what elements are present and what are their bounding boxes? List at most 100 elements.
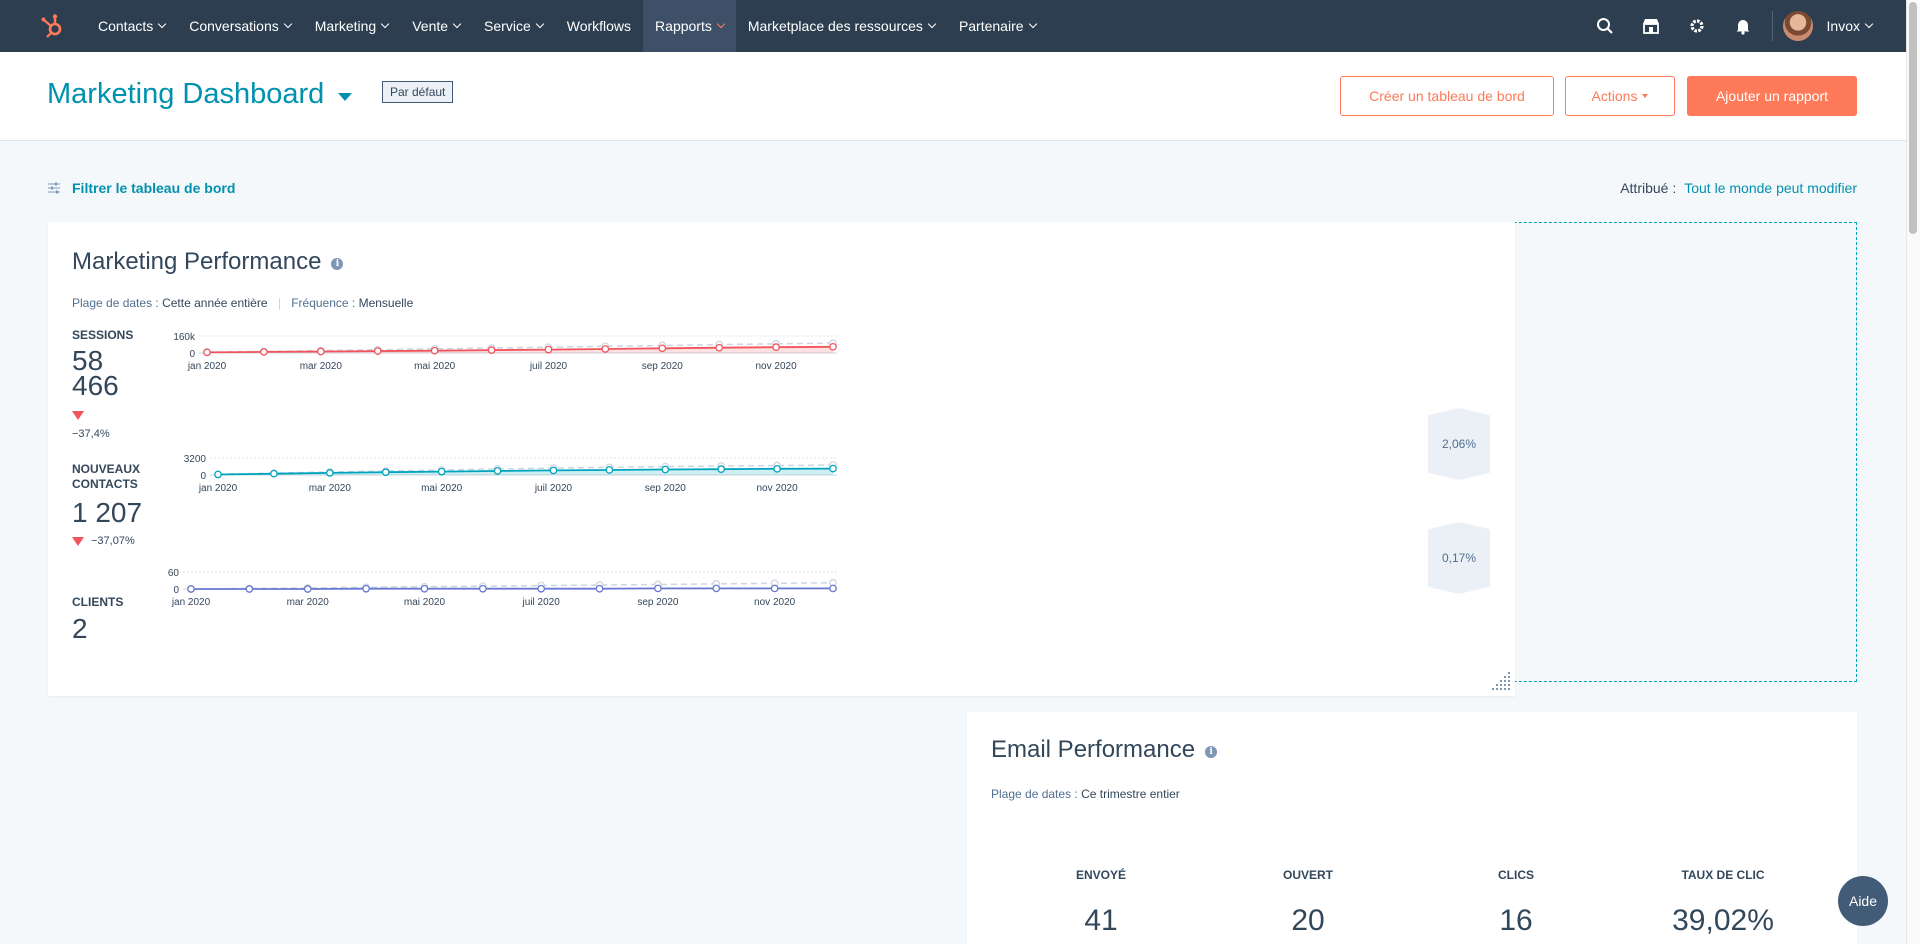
- opened-value: 20: [1291, 904, 1325, 937]
- assigned-permission-link[interactable]: Tout le monde peut modifier: [1684, 180, 1857, 196]
- settings-gear-icon[interactable]: [1674, 0, 1720, 52]
- page-scrollbar[interactable]: [1906, 0, 1920, 944]
- nav-item-vente[interactable]: Vente: [400, 0, 472, 52]
- data-point: [245, 585, 254, 593]
- data-point: [661, 465, 670, 474]
- sessions-delta-arrow: [72, 411, 84, 420]
- nav-item-label: Vente: [412, 18, 449, 34]
- data-point: [316, 347, 325, 356]
- new-contacts-chart: 0 3200 jan 2020 mar 2020 mai 2020 juil 2020 se…: [184, 454, 837, 494]
- marketing-performance-card[interactable]: Marketing Performance i Plage de dates :…: [48, 222, 1515, 696]
- x-tick-label: jan 2020: [171, 597, 211, 608]
- x-tick-label: mai 2020: [421, 483, 463, 494]
- caret-down-icon: [1642, 94, 1649, 98]
- x-tick-label: juil 2020: [529, 361, 568, 372]
- data-point: [549, 466, 558, 475]
- sent-value: 41: [1084, 904, 1118, 937]
- opened-label: OUVERT: [1282, 868, 1333, 882]
- data-point: [773, 464, 781, 473]
- data-point: [544, 345, 553, 354]
- data-point: [658, 344, 667, 353]
- dashboard-title: Marketing Dashboard: [47, 78, 325, 110]
- data-point: [770, 584, 779, 593]
- data-point: [325, 469, 334, 477]
- account-menu[interactable]: Invox: [1827, 18, 1874, 34]
- card-title: Marketing Performance i: [72, 248, 344, 276]
- nav-item-partenaire[interactable]: Partenaire: [947, 0, 1048, 52]
- click-rate-value: 39,02%: [1672, 904, 1774, 937]
- clients-label: CLIENTS: [72, 595, 124, 609]
- x-tick-label: nov 2020: [754, 597, 796, 608]
- email-performance-card[interactable]: Email Performance i Plage de dates : Ce …: [967, 712, 1857, 944]
- data-point: [203, 348, 211, 357]
- sessions-chart: 0 160k jan 2020 mar 2020 mai 2020 juil 2020 se…: [173, 332, 837, 372]
- user-avatar[interactable]: [1782, 11, 1813, 41]
- filter-dashboard-label: Filtrer le tableau de bord: [72, 180, 236, 196]
- dashboard-header: Marketing Dashboard Par défaut Créer un …: [0, 52, 1906, 141]
- nav-item-rapports[interactable]: Rapports: [643, 0, 736, 52]
- nav-item-marketing[interactable]: Marketing: [303, 0, 400, 52]
- create-dashboard-button[interactable]: Créer un tableau de bord: [1340, 76, 1554, 116]
- data-point: [478, 584, 487, 593]
- data-point: [187, 585, 195, 593]
- nav-item-label: Marketplace des ressources: [747, 18, 923, 34]
- default-badge: Par défaut: [382, 81, 454, 103]
- sessions-value: 58 466: [72, 347, 119, 400]
- decrease-arrow-icon: [72, 411, 84, 420]
- x-tick-label: sep 2020: [637, 597, 679, 608]
- data-point: [829, 584, 837, 593]
- nav-item-label: Service: [484, 18, 531, 34]
- help-button[interactable]: Aide: [1838, 876, 1888, 926]
- data-point: [303, 585, 312, 593]
- data-point: [373, 347, 382, 355]
- info-icon[interactable]: i: [331, 258, 344, 270]
- x-tick-label: mar 2020: [287, 597, 330, 608]
- data-point: [214, 470, 222, 479]
- x-tick-label: juil 2020: [522, 597, 561, 608]
- new-contacts-delta-row: −37,07%: [72, 535, 135, 547]
- data-point: [270, 469, 278, 478]
- nav-item-conversations[interactable]: Conversations: [177, 0, 303, 52]
- nav-item-service[interactable]: Service: [472, 0, 555, 52]
- x-tick-label: jan 2020: [198, 483, 238, 494]
- data-point: [362, 584, 370, 593]
- nav-item-contacts[interactable]: Contacts: [86, 0, 177, 52]
- notifications-bell-icon[interactable]: [1720, 0, 1766, 52]
- x-tick-label: sep 2020: [642, 361, 684, 372]
- resize-handle-icon[interactable]: [1490, 670, 1512, 692]
- caret-down-icon: [338, 92, 353, 101]
- card-title: Email Performance i: [991, 736, 1218, 764]
- data-point: [437, 467, 446, 476]
- x-tick-label: sep 2020: [645, 483, 687, 494]
- scrollbar-thumb[interactable]: [1909, 2, 1917, 234]
- clients-value: 2: [72, 613, 88, 644]
- y-tick-label: 160k: [173, 332, 196, 343]
- email-performance-title: Email Performance: [991, 736, 1196, 763]
- actions-button[interactable]: Actions: [1565, 76, 1675, 116]
- hubspot-logo-icon[interactable]: [26, 0, 78, 52]
- top-navigation: Contacts Conversations Marketing Vente Servi…: [0, 0, 1906, 52]
- info-icon[interactable]: i: [1205, 746, 1218, 758]
- decrease-arrow-icon: [72, 536, 84, 546]
- x-tick-label: mar 2020: [300, 361, 343, 372]
- sessions-to-contacts-rate: 2,06%: [1428, 408, 1490, 480]
- add-report-button[interactable]: Ajouter un rapport: [1687, 76, 1857, 116]
- data-point: [595, 584, 604, 593]
- x-tick-label: mar 2020: [309, 483, 352, 494]
- contacts-to-clients-rate: 0,17%: [1428, 522, 1490, 594]
- data-point: [493, 467, 502, 475]
- sent-label: ENVOYÉ: [1075, 868, 1126, 882]
- data-point: [715, 343, 724, 352]
- nav-item-marketplace-des-ressources[interactable]: Marketplace des ressources: [736, 0, 947, 52]
- y-tick-label: 0: [200, 471, 206, 482]
- frequency-value: Mensuelle: [358, 296, 414, 310]
- marketplace-icon[interactable]: [1628, 0, 1674, 52]
- chevron-down-icon: [452, 19, 462, 29]
- chevron-down-icon: [1028, 19, 1037, 29]
- clicks-value: 16: [1499, 904, 1533, 937]
- search-icon[interactable]: [1582, 0, 1628, 52]
- nav-item-workflows[interactable]: Workflows: [555, 0, 643, 52]
- filter-dashboard-link[interactable]: Filtrer le tableau de bord: [48, 180, 235, 196]
- dashboard-selector[interactable]: Marketing Dashboard: [47, 78, 353, 111]
- data-point: [717, 465, 726, 474]
